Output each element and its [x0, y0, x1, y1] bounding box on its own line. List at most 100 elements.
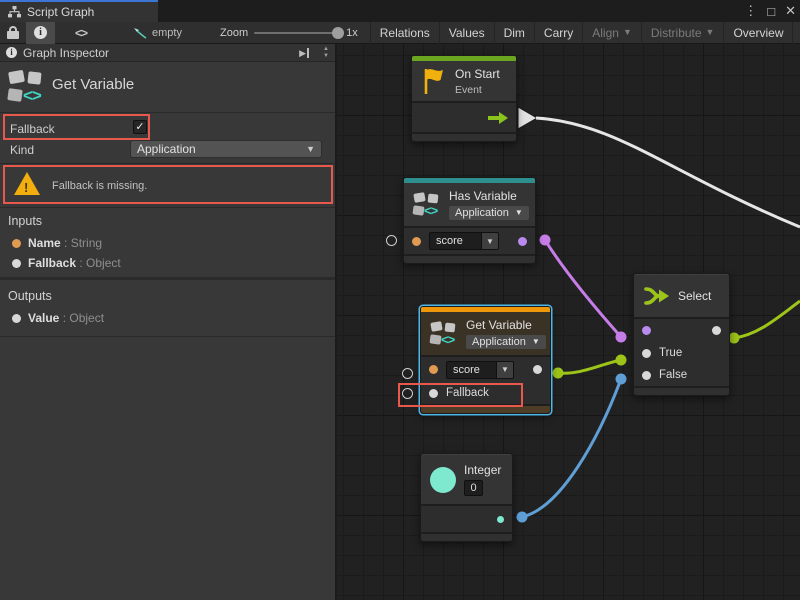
fallback-field-label: Fallback	[10, 122, 55, 136]
warning-text: Fallback is missing.	[52, 180, 147, 192]
variable-name-field[interactable]: score ▼	[446, 361, 514, 379]
script-graph-icon	[8, 6, 21, 18]
node-subtitle: Event	[455, 84, 500, 96]
name-input-port[interactable]	[412, 237, 421, 246]
warning-exclamation: !	[24, 180, 28, 195]
boolean-output-port[interactable]	[518, 237, 527, 246]
kind-dropdown-value: Application	[137, 142, 196, 156]
wire-getvariable-to-select-true[interactable]	[558, 360, 621, 373]
kind-field-label: Kind	[10, 143, 34, 157]
divider	[0, 112, 335, 113]
node-on-start[interactable]: On Start Event	[411, 55, 517, 142]
code-preview-button[interactable]: <>	[67, 22, 95, 44]
variable-scope-dropdown[interactable]: Application ▼	[466, 335, 546, 349]
chevron-down-icon: ▼	[515, 209, 523, 217]
zoom-slider[interactable]	[254, 32, 340, 34]
node-footer	[404, 254, 535, 263]
scroll-down-icon[interactable]: ▼	[323, 53, 329, 60]
toolbar-buttons: Relations Values Dim Carry Align ▼ Distr…	[370, 22, 800, 44]
select-merge-icon	[643, 285, 670, 307]
maximize-icon[interactable]: □	[767, 4, 775, 19]
condition-input-port[interactable]	[642, 326, 651, 335]
integer-output-port[interactable]	[497, 516, 504, 523]
info-icon: i	[6, 47, 17, 58]
inspected-unit-title: Get Variable	[52, 76, 134, 93]
relations-button[interactable]: Relations	[370, 22, 439, 44]
graph-toolbar: i <> empty Zoom 1x Relations Values Dim …	[0, 22, 800, 44]
node-has-variable[interactable]: <> Has Variable Application ▼ score ▼	[403, 177, 536, 264]
breadcrumb[interactable]: empty	[133, 27, 182, 39]
fallback-port-label: Fallback	[446, 387, 489, 399]
string-port-icon	[12, 239, 21, 248]
integer-icon	[430, 467, 456, 493]
wire-select-out[interactable]	[734, 301, 800, 338]
code-icon: <>	[75, 26, 87, 40]
unconnected-port-ring	[386, 235, 397, 246]
zoom-label: Zoom	[220, 27, 248, 39]
chevron-down-icon: ▼	[496, 361, 514, 379]
node-title: On Start	[455, 67, 500, 81]
control-output-port[interactable]	[488, 112, 508, 124]
scroll-stepper[interactable]: ▲ ▼	[323, 46, 329, 60]
variables-icon: <>	[413, 191, 441, 219]
panel-title: Graph Inspector	[23, 46, 109, 60]
lock-button[interactable]	[0, 22, 26, 44]
wire-endpoint	[517, 512, 528, 523]
script-graph-window: Script Graph ⋮ □ ✕ i <> empty Zoom	[0, 0, 800, 600]
kebab-menu-icon[interactable]: ⋮	[744, 3, 757, 19]
zoom-slider-handle[interactable]	[332, 27, 344, 39]
node-footer	[421, 404, 550, 413]
kind-dropdown[interactable]: Application ▼	[130, 140, 322, 158]
wire-endpoint	[729, 333, 740, 344]
control-connection-arrow	[518, 107, 537, 129]
variable-name-field[interactable]: score ▼	[429, 232, 499, 250]
zoom-value: 1x	[346, 27, 358, 39]
node-select[interactable]: Select True False	[633, 273, 730, 396]
node-footer	[412, 132, 516, 141]
fallback-checkbox[interactable]: ✓	[133, 120, 147, 134]
distribute-button[interactable]: Distribute ▼	[641, 22, 724, 44]
dim-button[interactable]: Dim	[494, 22, 534, 44]
name-input-port[interactable]	[429, 365, 438, 374]
chevron-down-icon: ▼	[623, 28, 632, 37]
inspect-toggle-button[interactable]: i	[26, 22, 55, 44]
wire-endpoint	[540, 235, 551, 246]
close-icon[interactable]: ✕	[785, 3, 796, 19]
divider	[0, 163, 335, 164]
overview-button[interactable]: Overview	[723, 22, 792, 44]
node-title: Select	[678, 289, 711, 303]
full-screen-button[interactable]: Full Screen	[792, 22, 800, 44]
chevron-down-icon: ▼	[532, 338, 540, 346]
graph-canvas[interactable]: On Start Event	[337, 44, 800, 600]
node-footer	[634, 386, 729, 395]
node-get-variable[interactable]: <> Get Variable Application ▼ score ▼	[420, 306, 551, 414]
dock-icon[interactable]: ▶	[299, 48, 309, 58]
carry-button[interactable]: Carry	[534, 22, 582, 44]
chevron-down-icon: ▼	[306, 145, 315, 154]
variable-scope-dropdown[interactable]: Application ▼	[449, 206, 529, 220]
window-controls: ⋮ □ ✕	[744, 0, 796, 22]
tab-title: Script Graph	[27, 5, 94, 19]
chevron-down-icon: ▼	[706, 28, 715, 37]
chevron-down-icon: ▼	[481, 232, 499, 250]
false-input-port[interactable]	[642, 371, 651, 380]
selection-output-port[interactable]	[712, 326, 721, 335]
true-input-port[interactable]	[642, 349, 651, 358]
object-port-icon	[12, 314, 21, 323]
wire-endpoint	[616, 332, 627, 343]
fallback-input-port[interactable]	[429, 389, 438, 398]
value-output-port[interactable]	[533, 365, 542, 374]
integer-value-field[interactable]: 0	[464, 480, 483, 496]
wire-onstart-out[interactable]	[536, 118, 800, 227]
graph-pointer-icon	[133, 27, 147, 39]
divider	[0, 207, 335, 208]
scroll-up-icon[interactable]: ▲	[323, 46, 329, 53]
object-port-icon	[12, 259, 21, 268]
values-button[interactable]: Values	[439, 22, 494, 44]
graph-inspector-header: i Graph Inspector ▶ ▲ ▼	[0, 44, 335, 62]
align-button[interactable]: Align ▼	[582, 22, 641, 44]
wire-hasvariable-to-select[interactable]	[545, 240, 621, 337]
node-title: Integer	[464, 463, 501, 477]
tab-script-graph[interactable]: Script Graph	[0, 0, 158, 22]
node-integer[interactable]: Integer 0	[420, 453, 513, 542]
